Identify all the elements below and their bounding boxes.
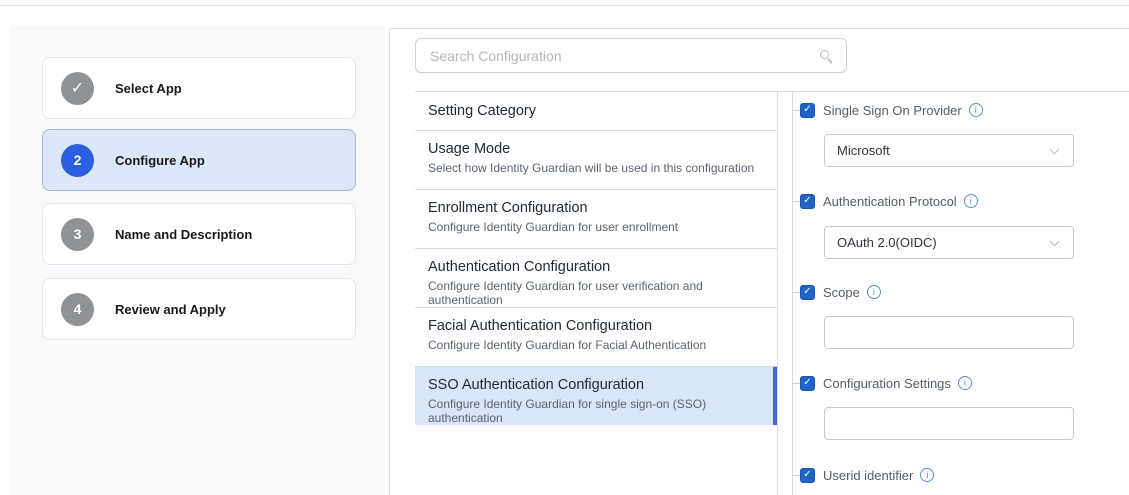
content-card-top-border xyxy=(389,28,1129,29)
field-row-authentication-protocol: Authentication Protocol xyxy=(800,193,978,209)
list-item-description: Select how Identity Guardian will be use… xyxy=(428,161,765,175)
step-label: Configure App xyxy=(115,153,205,168)
step-3-indicator: 3 xyxy=(61,218,94,251)
field-label: Configuration Settings xyxy=(823,376,951,391)
single-sign-on-provider-dropdown[interactable]: Microsoft xyxy=(824,134,1074,167)
dropdown-value: Microsoft xyxy=(837,143,890,158)
list-item-description: Configure Identity Guardian for user ver… xyxy=(428,279,765,307)
field-label: Scope xyxy=(823,285,860,300)
field-row-userid-identifier: Userid identifier xyxy=(800,467,934,483)
list-item-title: Usage Mode xyxy=(428,141,765,157)
list-item-enrollment-configuration[interactable]: Enrollment Configuration Configure Ident… xyxy=(415,190,777,249)
form-tree-line xyxy=(792,92,793,495)
step-name-and-description[interactable]: 3 Name and Description xyxy=(42,203,356,265)
list-item-description: Configure Identity Guardian for user enr… xyxy=(428,220,765,234)
chevron-down-icon xyxy=(1050,237,1060,247)
step-2-indicator: 2 xyxy=(61,144,94,177)
scope-checkbox[interactable] xyxy=(800,285,815,300)
setting-category-header: Setting Category xyxy=(415,92,777,131)
setting-category-list: Setting Category Usage Mode Select how I… xyxy=(415,92,777,425)
field-row-scope: Scope xyxy=(800,284,881,300)
info-icon[interactable] xyxy=(958,376,972,390)
scope-input[interactable] xyxy=(825,317,1073,348)
list-item-facial-authentication-configuration[interactable]: Facial Authentication Configuration Conf… xyxy=(415,308,777,367)
list-item-title: Authentication Configuration xyxy=(428,259,765,275)
field-label: Userid identifier xyxy=(823,468,913,483)
search-configuration-box xyxy=(415,38,847,73)
info-icon[interactable] xyxy=(920,468,934,482)
wizard-stepper-panel: Select App 2 Configure App 3 Name and De… xyxy=(10,25,385,495)
info-icon[interactable] xyxy=(867,285,881,299)
field-row-configuration-settings: Configuration Settings xyxy=(800,375,972,391)
list-item-description: Configure Identity Guardian for Facial A… xyxy=(428,338,765,352)
step-label: Name and Description xyxy=(115,227,252,242)
configuration-settings-input-wrap xyxy=(824,407,1074,440)
info-icon[interactable] xyxy=(964,194,978,208)
info-icon[interactable] xyxy=(969,103,983,117)
step-label: Select App xyxy=(115,81,182,96)
step-label: Review and Apply xyxy=(115,302,226,317)
single-sign-on-provider-checkbox[interactable] xyxy=(800,103,815,118)
list-item-description: Configure Identity Guardian for single s… xyxy=(428,397,761,425)
configure-app-screen: Select App 2 Configure App 3 Name and De… xyxy=(0,0,1129,495)
check-icon xyxy=(71,78,84,98)
field-label: Single Sign On Provider xyxy=(823,103,962,118)
chevron-down-icon xyxy=(1050,145,1060,155)
top-divider xyxy=(0,5,1129,6)
step-configure-app[interactable]: 2 Configure App xyxy=(42,129,356,191)
field-row-single-sign-on-provider: Single Sign On Provider xyxy=(800,102,983,118)
step-select-app[interactable]: Select App xyxy=(42,57,356,119)
list-item-authentication-configuration[interactable]: Authentication Configuration Configure I… xyxy=(415,249,777,308)
search-input[interactable] xyxy=(416,39,846,72)
list-item-title: Enrollment Configuration xyxy=(428,200,765,216)
content-card-left-border xyxy=(389,28,390,495)
authentication-protocol-dropdown[interactable]: OAuth 2.0(OIDC) xyxy=(824,226,1074,259)
list-item-sso-authentication-configuration[interactable]: SSO Authentication Configuration Configu… xyxy=(415,367,777,425)
list-right-divider xyxy=(777,91,778,495)
search-icon xyxy=(820,50,829,59)
field-label: Authentication Protocol xyxy=(823,194,957,209)
userid-identifier-checkbox[interactable] xyxy=(800,468,815,483)
list-item-usage-mode[interactable]: Usage Mode Select how Identity Guardian … xyxy=(415,131,777,190)
configuration-settings-checkbox[interactable] xyxy=(800,376,815,391)
dropdown-value: OAuth 2.0(OIDC) xyxy=(837,235,937,250)
step-review-and-apply[interactable]: 4 Review and Apply xyxy=(42,278,356,340)
list-item-title: Facial Authentication Configuration xyxy=(428,318,765,334)
step-1-indicator xyxy=(61,72,94,105)
authentication-protocol-checkbox[interactable] xyxy=(800,194,815,209)
configuration-settings-input[interactable] xyxy=(825,408,1073,439)
step-4-indicator: 4 xyxy=(61,293,94,326)
list-item-title: SSO Authentication Configuration xyxy=(428,377,761,393)
scope-input-wrap xyxy=(824,316,1074,349)
